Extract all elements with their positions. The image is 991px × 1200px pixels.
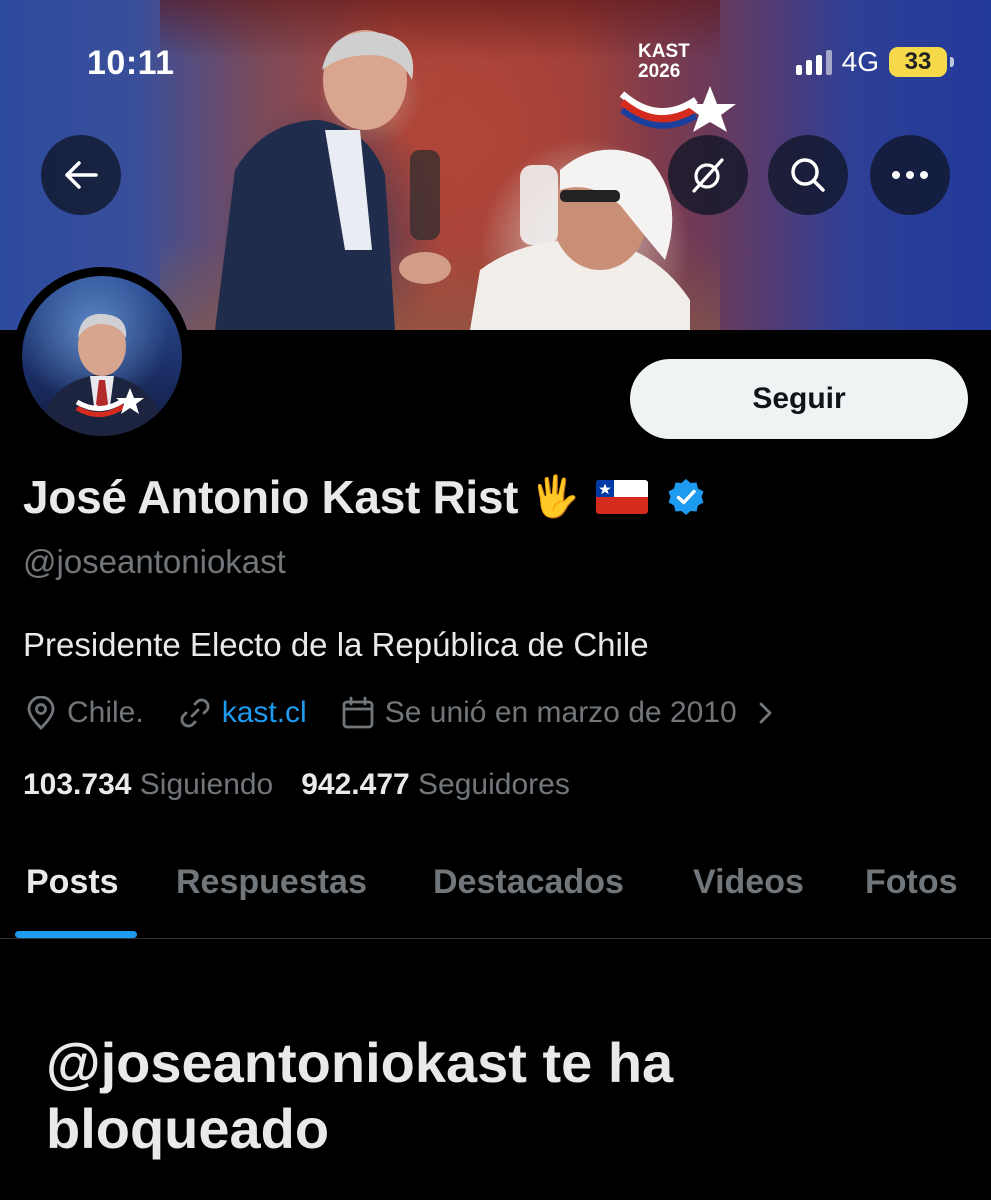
calendar-icon <box>342 696 374 729</box>
blocked-message: @joseantoniokast te ha bloqueado <box>46 1031 674 1160</box>
grok-button[interactable] <box>668 135 748 215</box>
logo-star-icon <box>619 86 736 132</box>
follow-button[interactable]: Seguir <box>630 359 968 439</box>
tab-destacados[interactable]: Destacados <box>433 863 624 902</box>
joined-item[interactable]: Se unió en marzo de 2010 <box>341 696 775 730</box>
avatar-photo <box>40 313 164 436</box>
chile-flag-icon <box>596 480 649 514</box>
verified-badge-icon[interactable] <box>666 477 706 517</box>
location-pin-icon <box>27 696 55 730</box>
hand-emoji: 🖐 <box>530 474 581 520</box>
profile-stats: 103.734 Siguiendo 942.477 Seguidores <box>23 768 598 802</box>
following-stat[interactable]: 103.734 Siguiendo <box>23 768 273 802</box>
tab-fotos[interactable]: Fotos <box>865 863 958 902</box>
signal-icon <box>795 49 832 75</box>
profile-tabs: Posts Respuestas Destacados Videos Fotos <box>0 845 991 939</box>
search-button[interactable] <box>768 135 848 215</box>
location-text: Chile. <box>67 696 144 729</box>
battery-level: 33 <box>904 48 932 75</box>
followers-label: Seguidores <box>418 768 570 801</box>
tab-videos[interactable]: Videos <box>693 863 804 902</box>
arrow-left-icon <box>65 161 98 189</box>
followers-stat[interactable]: 942.477 Seguidores <box>301 768 570 802</box>
profile-meta: Chile. kast.cl Se unió en marzo de 2010 <box>25 696 775 730</box>
back-button[interactable] <box>41 135 121 215</box>
active-tab-indicator <box>15 931 137 938</box>
profile-bio: Presidente Electo de la República de Chi… <box>23 626 649 663</box>
chevron-right-icon <box>759 702 772 724</box>
battery-icon: 33 <box>889 47 954 77</box>
website-link[interactable]: kast.cl <box>222 696 307 730</box>
more-button[interactable] <box>870 135 950 215</box>
campaign-logo: KAST 2026 <box>618 42 743 132</box>
status-indicators: 4G 33 <box>795 46 954 78</box>
tab-respuestas[interactable]: Respuestas <box>176 863 367 902</box>
avatar-ring <box>13 267 191 445</box>
avatar[interactable] <box>22 276 182 436</box>
user-handle: @joseantoniokast <box>23 543 286 580</box>
joined-text: Se unió en marzo de 2010 <box>384 696 737 729</box>
search-icon <box>791 158 825 192</box>
more-icon <box>892 171 928 179</box>
network-type: 4G <box>841 46 879 77</box>
status-time: 10:11 <box>87 44 175 82</box>
website-item[interactable]: kast.cl <box>178 696 307 730</box>
following-count: 103.734 <box>23 768 132 801</box>
followers-count: 942.477 <box>301 768 410 801</box>
grok-icon <box>692 158 724 193</box>
display-name: José Antonio Kast Rist <box>23 471 519 523</box>
tab-posts[interactable]: Posts <box>26 863 119 902</box>
location-item: Chile. <box>25 696 144 730</box>
display-name-row: José Antonio Kast Rist 🖐 <box>23 470 706 524</box>
following-label: Siguiendo <box>139 768 274 801</box>
link-icon <box>180 698 210 728</box>
